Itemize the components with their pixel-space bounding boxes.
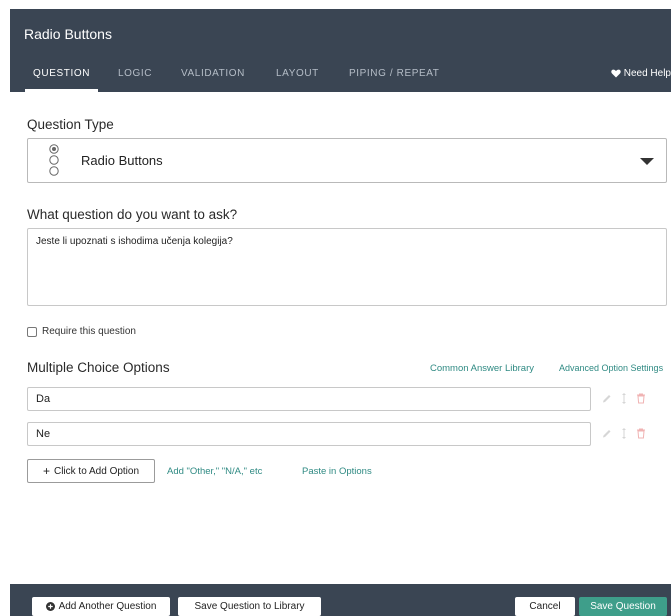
require-question-row: Require this question — [27, 326, 136, 337]
editor-footer: Add Another Question Save Question to Li… — [10, 584, 671, 616]
add-another-question-label: Add Another Question — [58, 601, 157, 612]
header-title: Radio Buttons — [24, 26, 112, 42]
tab-piping-repeat[interactable]: PIPING / REPEAT — [349, 67, 440, 92]
tab-validation[interactable]: VALIDATION — [181, 67, 245, 92]
add-option-button[interactable]: + Click to Add Option — [27, 459, 155, 483]
question-text-label: What question do you want to ask? — [27, 207, 238, 222]
cancel-button[interactable]: Cancel — [515, 597, 575, 616]
paste-options-link[interactable]: Paste in Options — [302, 466, 372, 477]
tab-bar: QUESTION LOGIC VALIDATION LAYOUT PIPING … — [10, 67, 671, 92]
drag-handle-icon[interactable] — [619, 428, 629, 439]
option-input-2[interactable] — [27, 422, 591, 446]
require-label: Require this question — [42, 326, 136, 337]
tab-layout[interactable]: LAYOUT — [276, 67, 319, 92]
need-help-link[interactable]: Need Help — [611, 68, 671, 79]
pencil-icon[interactable] — [602, 428, 612, 439]
need-help-label: Need Help — [623, 68, 671, 79]
option-tools-2 — [602, 428, 646, 439]
heart-icon — [611, 69, 621, 78]
tab-question[interactable]: QUESTION — [25, 67, 99, 92]
tab-logic[interactable]: LOGIC — [118, 67, 152, 92]
trash-icon[interactable] — [636, 428, 646, 439]
question-text-input[interactable]: Jeste li upoznati s ishodima učenja kole… — [27, 228, 667, 306]
caret-down-icon — [640, 158, 654, 165]
editor-header: Radio Buttons QUESTION LOGIC VALIDATION … — [10, 9, 671, 92]
common-answer-library-link[interactable]: Common Answer Library — [430, 363, 534, 374]
add-other-link[interactable]: Add "Other," "N/A," etc — [167, 466, 262, 477]
question-type-value: Radio Buttons — [81, 153, 163, 168]
advanced-option-settings-link[interactable]: Advanced Option Settings — [559, 363, 663, 373]
options-label: Multiple Choice Options — [27, 360, 170, 375]
add-another-question-button[interactable]: Add Another Question — [32, 597, 170, 616]
add-option-label: Click to Add Option — [53, 465, 140, 477]
save-question-button[interactable]: Save Question — [579, 597, 667, 616]
save-to-library-button[interactable]: Save Question to Library — [178, 597, 321, 616]
option-tools-1 — [602, 393, 646, 404]
plus-icon: + — [42, 464, 50, 478]
plus-circle-icon — [45, 602, 55, 611]
trash-icon[interactable] — [636, 393, 646, 404]
require-checkbox[interactable] — [27, 326, 37, 337]
drag-handle-icon[interactable] — [619, 393, 629, 404]
radio-buttons-icon — [49, 144, 59, 176]
option-input-1[interactable] — [27, 387, 591, 411]
question-type-label: Question Type — [27, 117, 114, 132]
question-type-select[interactable]: Radio Buttons — [27, 138, 667, 183]
pencil-icon[interactable] — [602, 393, 612, 404]
